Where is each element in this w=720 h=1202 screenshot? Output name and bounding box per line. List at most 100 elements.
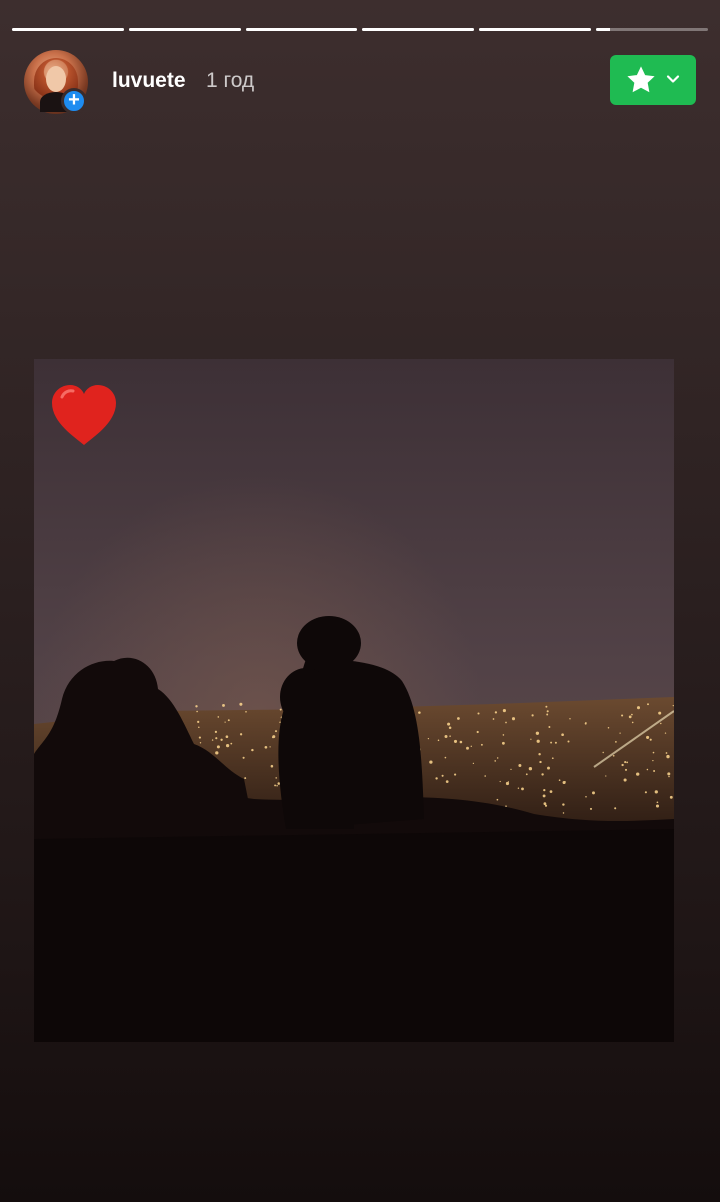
- city-light: [271, 736, 275, 739]
- city-light: [494, 711, 498, 714]
- city-light: [562, 812, 565, 814]
- city-light: [518, 764, 522, 767]
- city-light: [494, 760, 497, 762]
- red-heart-icon[interactable]: [48, 383, 120, 449]
- city-light: [539, 760, 542, 764]
- post-time: 1 год: [206, 69, 255, 92]
- city-light: [631, 713, 633, 716]
- city-light: [607, 727, 610, 729]
- progress-segment: [596, 28, 708, 31]
- city-light: [505, 721, 507, 724]
- night-city-couple-image: [34, 359, 674, 1042]
- city-light: [658, 711, 662, 715]
- city-light: [626, 761, 629, 764]
- city-light: [624, 768, 628, 771]
- city-light: [222, 703, 225, 707]
- city-light: [649, 738, 652, 741]
- city-light: [445, 780, 449, 783]
- city-light: [214, 730, 218, 734]
- city-light: [569, 718, 571, 720]
- city-light: [567, 740, 570, 743]
- city-light: [448, 726, 452, 729]
- city-light: [466, 746, 469, 750]
- city-light: [244, 777, 247, 780]
- city-light: [441, 774, 444, 777]
- city-light: [437, 739, 440, 742]
- city-light: [225, 735, 229, 739]
- progress-fill: [12, 28, 124, 31]
- city-light: [530, 738, 532, 740]
- city-light: [196, 710, 198, 713]
- city-light: [521, 787, 524, 791]
- city-light: [647, 703, 649, 706]
- story-progress-bar: [12, 28, 708, 32]
- city-light: [457, 717, 460, 720]
- city-light: [274, 730, 278, 733]
- city-light: [589, 807, 593, 810]
- city-light: [665, 752, 668, 754]
- progress-fill: [245, 28, 358, 31]
- avatar[interactable]: +: [24, 50, 88, 114]
- city-light: [614, 807, 617, 810]
- city-light: [592, 791, 595, 795]
- city-light: [549, 790, 553, 793]
- city-light: [605, 775, 607, 777]
- city-light: [496, 798, 499, 801]
- city-light: [195, 705, 198, 708]
- plus-icon[interactable]: +: [61, 88, 87, 114]
- city-light: [454, 773, 457, 776]
- city-light: [270, 764, 274, 768]
- favorite-button[interactable]: [610, 55, 696, 105]
- city-light: [654, 790, 658, 794]
- city-light: [517, 787, 520, 789]
- city-light: [449, 735, 451, 737]
- city-light: [276, 784, 278, 787]
- city-light: [624, 761, 627, 764]
- city-light: [664, 732, 667, 734]
- city-light: [444, 735, 448, 738]
- city-light: [547, 766, 550, 770]
- username[interactable]: luvuete: [112, 69, 186, 93]
- city-light: [264, 745, 268, 749]
- progress-segment: [128, 28, 241, 31]
- city-light: [225, 743, 230, 748]
- city-light: [245, 711, 247, 713]
- city-light: [472, 762, 475, 765]
- city-light: [447, 722, 451, 726]
- city-light: [528, 767, 533, 771]
- city-light: [535, 731, 540, 735]
- city-light: [636, 772, 640, 776]
- city-light: [251, 748, 254, 752]
- city-light: [612, 754, 615, 757]
- city-light: [666, 754, 670, 759]
- city-light: [538, 752, 541, 756]
- city-light: [242, 756, 245, 759]
- city-light: [546, 713, 549, 716]
- story-viewer[interactable]: + luvuete 1 год: [0, 0, 720, 1202]
- city-light: [444, 756, 447, 759]
- city-light: [484, 775, 487, 777]
- city-light: [541, 773, 544, 776]
- city-light: [554, 741, 557, 744]
- city-light: [667, 772, 671, 776]
- city-light: [459, 740, 463, 744]
- city-light: [480, 743, 483, 746]
- city-light: [220, 738, 223, 741]
- city-light: [274, 784, 277, 787]
- city-light: [672, 704, 674, 707]
- city-light: [239, 733, 243, 736]
- chevron-down-icon: [666, 75, 680, 83]
- city-light: [562, 803, 565, 806]
- city-light: [217, 716, 220, 718]
- avatar-face: [46, 66, 66, 92]
- city-light: [470, 745, 472, 747]
- city-light: [476, 730, 479, 734]
- city-light: [435, 777, 438, 780]
- city-light: [211, 739, 214, 741]
- progress-segment: [479, 28, 592, 31]
- city-light: [502, 709, 506, 713]
- city-light: [660, 722, 662, 725]
- city-light: [198, 736, 201, 739]
- city-light: [548, 726, 551, 728]
- city-light: [621, 763, 624, 767]
